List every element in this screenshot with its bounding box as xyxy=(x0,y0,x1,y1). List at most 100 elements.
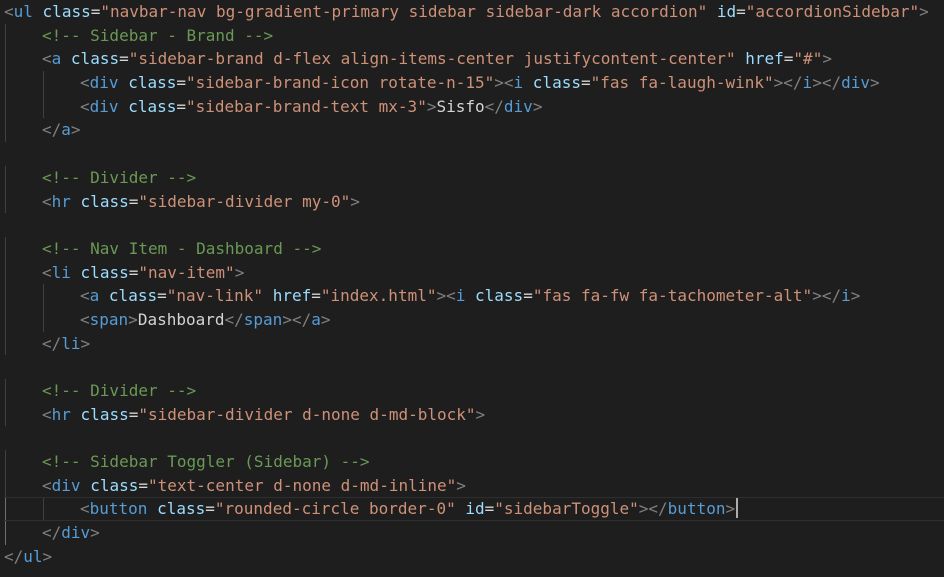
code-line[interactable]: <!-- Nav Item - Dashboard --> xyxy=(4,236,944,261)
code-line[interactable]: <a class="sidebar-brand d-flex align-ite… xyxy=(4,47,944,72)
code-token: class xyxy=(128,96,177,116)
code-token: "sidebar-brand d-flex align-items-center… xyxy=(128,49,736,69)
code-token: "nav-link" xyxy=(166,286,264,306)
code-line[interactable]: <!-- Sidebar - Brand --> xyxy=(4,23,944,48)
code-lines[interactable]: <ul class="navbar-nav bg-gradient-primar… xyxy=(4,0,944,569)
code-line[interactable] xyxy=(4,142,944,166)
code-line[interactable]: <ul class="navbar-nav bg-gradient-primar… xyxy=(4,0,944,24)
code-line[interactable]: </div> xyxy=(4,521,944,545)
code-text: <a class="sidebar-brand d-flex align-ite… xyxy=(4,49,832,68)
code-token: </ xyxy=(42,120,62,140)
code-token: class xyxy=(80,191,129,211)
code-editor[interactable]: <ul class="navbar-nav bg-gradient-primar… xyxy=(0,0,944,577)
code-token: a xyxy=(51,49,62,69)
code-token: ></ xyxy=(812,73,842,93)
code-line[interactable]: </a> xyxy=(4,118,944,143)
code-text: </ul> xyxy=(4,547,52,566)
code-token: i xyxy=(455,286,466,306)
code-line[interactable]: <div class="sidebar-brand-text mx-3">Sis… xyxy=(4,94,944,119)
code-token: > xyxy=(919,2,929,21)
code-token: "sidebar-brand-icon rotate-n-15" xyxy=(186,73,495,93)
code-line[interactable]: <div class="sidebar-brand-icon rotate-n-… xyxy=(4,71,944,95)
code-token: = xyxy=(128,262,139,282)
code-token: = xyxy=(205,499,215,519)
code-token: button xyxy=(89,499,148,519)
code-text: <!-- Nav Item - Dashboard --> xyxy=(4,239,321,258)
code-token: > xyxy=(822,49,832,69)
code-token: > xyxy=(80,333,91,353)
code-line[interactable]: <!-- Sidebar Toggler (Sidebar) --> xyxy=(4,450,944,474)
code-token: "sidebarToggle" xyxy=(494,499,639,519)
code-token: span xyxy=(89,309,129,329)
code-line[interactable]: <a class="nav-link" href="index.html"><i… xyxy=(4,284,944,308)
code-token: "#" xyxy=(793,49,823,69)
code-text: </a> xyxy=(4,120,81,139)
code-token: >< xyxy=(436,286,456,306)
code-token: > xyxy=(42,546,53,566)
code-line[interactable] xyxy=(4,426,944,450)
code-token: <!-- Divider --> xyxy=(42,167,197,187)
code-token: class xyxy=(475,286,524,306)
code-token: class xyxy=(90,475,139,495)
code-line[interactable]: <hr class="sidebar-divider d-none d-md-b… xyxy=(4,402,944,427)
code-token: i xyxy=(802,73,813,93)
code-token: class xyxy=(532,73,581,93)
code-token: </ xyxy=(42,523,62,543)
code-token: </ xyxy=(484,96,504,116)
code-token: <!-- Divider --> xyxy=(42,381,197,400)
code-line[interactable] xyxy=(4,355,944,379)
code-line[interactable] xyxy=(4,213,944,237)
code-token: < xyxy=(42,475,52,495)
code-token: > xyxy=(850,286,861,306)
code-text: <div class="sidebar-brand-text mx-3">Sis… xyxy=(4,97,542,116)
code-token: = xyxy=(523,286,533,306)
code-token: "index.html" xyxy=(320,286,437,306)
code-line[interactable]: <!-- Divider --> xyxy=(4,379,944,403)
code-line[interactable]: <span>Dashboard</span></a> xyxy=(4,307,944,332)
code-token: class xyxy=(108,286,158,306)
code-token: ul xyxy=(23,546,43,566)
code-token: div xyxy=(61,523,91,543)
code-token: ></ xyxy=(282,309,312,329)
code-text: <span>Dashboard</span></a> xyxy=(4,310,331,329)
code-line[interactable]: </ul> xyxy=(4,545,944,569)
code-line[interactable]: </li> xyxy=(4,331,944,356)
code-token: class xyxy=(128,73,177,93)
code-token: <!-- Sidebar - Brand --> xyxy=(42,25,274,45)
code-token: = xyxy=(119,49,129,69)
text-cursor xyxy=(736,498,739,519)
code-token: <!-- Nav Item - Dashboard --> xyxy=(42,238,322,258)
code-token: < xyxy=(42,262,52,282)
code-line[interactable]: <li class="nav-item"> xyxy=(4,260,944,285)
code-token: href xyxy=(745,49,784,69)
code-token: > xyxy=(456,475,466,495)
code-token: = xyxy=(783,49,794,69)
code-text: <hr class="sidebar-divider my-0"> xyxy=(4,192,360,211)
code-token: "rounded-circle border-0" xyxy=(214,499,456,519)
code-token: "sidebar-divider my-0" xyxy=(138,191,351,211)
code-token: </ xyxy=(42,333,62,353)
code-line[interactable]: <button class="rounded-circle border-0" … xyxy=(4,497,944,522)
code-token: = xyxy=(176,96,186,116)
code-token: Sisfo xyxy=(436,96,485,116)
code-line[interactable]: <div class="text-center d-none d-md-inli… xyxy=(4,473,944,498)
code-token: class xyxy=(70,49,120,69)
code-token: "navbar-nav bg-gradient-primary sidebar … xyxy=(100,2,708,21)
code-token: id xyxy=(716,2,737,21)
code-token: i xyxy=(513,73,524,93)
code-token: = xyxy=(157,286,167,306)
code-text: <ul class="navbar-nav bg-gradient-primar… xyxy=(4,2,929,21)
code-token: > xyxy=(70,120,81,140)
code-line[interactable]: <!-- Divider --> xyxy=(4,165,944,190)
code-text: <button class="rounded-circle border-0" … xyxy=(4,498,739,519)
code-line[interactable]: <hr class="sidebar-divider my-0"> xyxy=(4,189,944,214)
